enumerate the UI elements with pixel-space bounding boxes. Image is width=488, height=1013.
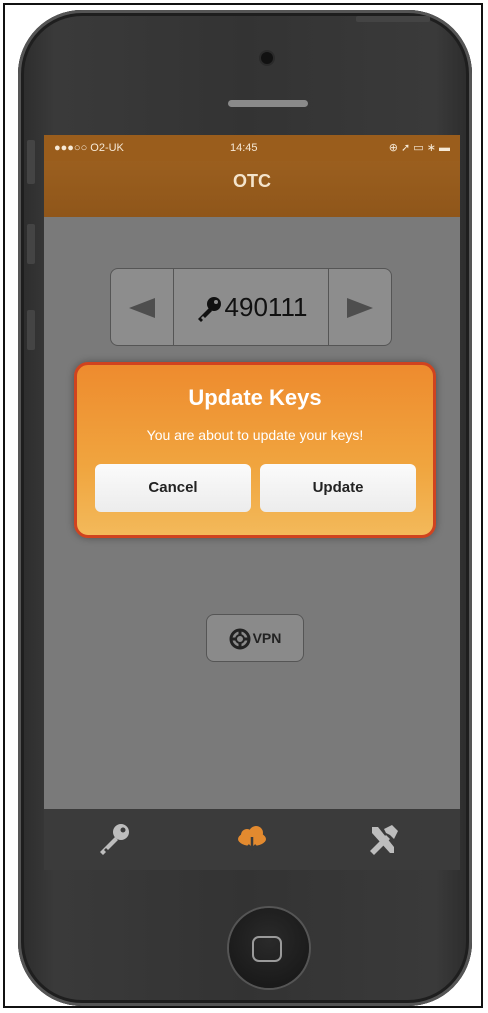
carrier-signal: ●●●○○ O2-UK [54,142,124,154]
cancel-button[interactable]: Cancel [95,464,251,512]
mute-switch [27,140,35,184]
status-time: 14:45 [230,142,258,154]
tab-bar [44,809,460,870]
earpiece-speaker [228,100,308,107]
navigation-bar: ●●●○○ O2-UK 14:45 ⊕ ➚ ▭ ∗ ▬ OTC [44,135,460,217]
tab-keys[interactable] [94,821,134,859]
status-bar: ●●●○○ O2-UK 14:45 ⊕ ➚ ▭ ∗ ▬ [44,135,460,161]
volume-up-button [27,224,35,264]
tab-settings[interactable] [362,821,402,859]
front-camera [261,52,273,64]
key-number: 490111 [224,292,308,322]
next-key-button[interactable] [328,269,391,345]
status-indicators: ⊕ ➚ ▭ ∗ ▬ [388,142,450,154]
volume-down-button [27,310,35,350]
update-button[interactable]: Update [260,464,416,512]
lifebuoy-icon [229,628,251,650]
sleep-button [356,16,430,22]
key-icon [197,297,221,323]
update-keys-alert: Update Keys You are about to update your… [74,362,436,538]
cloud-download-icon [238,826,266,851]
arrow-right-icon [347,298,373,318]
tab-update[interactable] [232,821,272,859]
alert-message: You are about to update your keys! [146,427,364,443]
vpn-button[interactable]: VPN [206,614,304,662]
key-icon [100,824,129,855]
tools-icon [370,825,398,855]
alert-title: Update Keys [188,385,322,410]
key-stepper: 490111 [110,268,392,346]
vpn-label: VPN [252,630,282,646]
page-title: OTC [233,171,271,191]
key-value-display: 490111 [173,269,329,345]
arrow-left-icon [129,298,155,318]
home-square-icon [252,936,282,962]
previous-key-button[interactable] [111,269,174,345]
